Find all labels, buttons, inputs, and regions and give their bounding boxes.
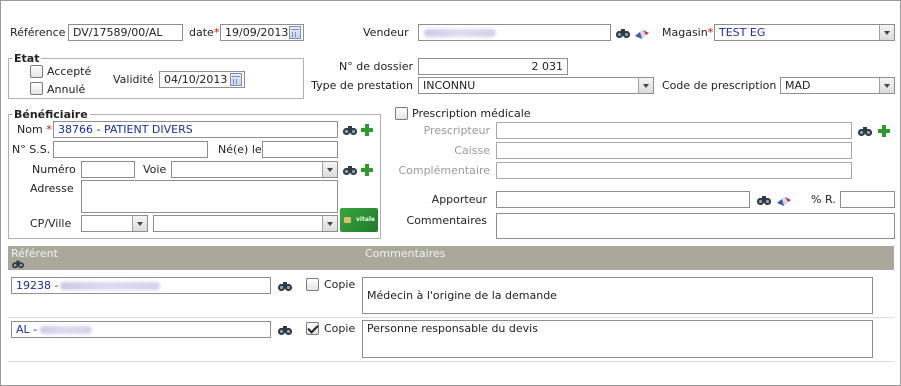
ne-le-label: Né(e) le: [218, 143, 262, 156]
magasin-label: Magasin*: [662, 26, 714, 39]
referents-grid-header: Référent Commentaires: [8, 246, 894, 270]
cp-ville-label: CP/Ville: [30, 217, 72, 230]
pct-remise-input[interactable]: [840, 191, 895, 208]
validite-input[interactable]: 04/10/2013: [159, 71, 245, 88]
cp-select[interactable]: [81, 215, 148, 232]
annule-label: Annulé: [47, 83, 86, 96]
adresse-label: Adresse: [30, 182, 74, 195]
binoculars-icon[interactable]: [342, 124, 358, 136]
pct-remise-label: % R.: [811, 193, 836, 206]
referent-comment-textarea[interactable]: Personne responsable du devis: [362, 320, 873, 358]
annule-checkbox[interactable]: [30, 82, 43, 95]
validite-label: Validité: [113, 73, 154, 86]
accepte-label: Accepté: [47, 65, 92, 78]
row-separator: [8, 317, 894, 318]
binoculars-icon[interactable]: [756, 194, 772, 206]
referent-input[interactable]: 19238 -: [11, 277, 271, 294]
calendar-icon[interactable]: [289, 26, 301, 39]
reference-input[interactable]: DV/17589/00/AL: [68, 24, 183, 41]
numero-input[interactable]: [81, 161, 135, 178]
chevron-down-icon[interactable]: [132, 216, 147, 231]
code-prescription-select[interactable]: MAD: [780, 77, 895, 94]
magasin-select[interactable]: TEST EG: [714, 24, 895, 41]
chevron-down-icon[interactable]: [322, 162, 337, 177]
etat-legend: Etat: [12, 52, 42, 65]
commentaires-textarea[interactable]: [496, 213, 895, 239]
dossier-numero-label: N° de dossier: [339, 60, 413, 73]
binoculars-icon[interactable]: [342, 164, 358, 176]
copie-label: Copie: [324, 322, 356, 335]
date-input[interactable]: 19/09/2013: [220, 24, 304, 41]
ville-select[interactable]: [153, 215, 338, 232]
eraser-icon[interactable]: [634, 28, 650, 40]
ne-le-input[interactable]: [262, 141, 338, 158]
caisse-input[interactable]: [496, 142, 852, 159]
ss-label: N° S.S.: [12, 143, 51, 156]
voie-label: Voie: [143, 163, 167, 176]
referent-comment-textarea[interactable]: Médecin à l'origine de la demande: [362, 277, 873, 314]
binoculars-icon[interactable]: [11, 259, 25, 269]
redacted-text: [60, 282, 160, 290]
copie-checkbox[interactable]: [306, 278, 319, 291]
binoculars-icon[interactable]: [615, 27, 631, 39]
chevron-down-icon[interactable]: [879, 25, 894, 40]
prescription-medicale-label: Prescription médicale: [412, 107, 531, 120]
binoculars-icon[interactable]: [277, 280, 293, 292]
nom-label: Nom *: [17, 123, 52, 136]
date-label: date*: [189, 26, 220, 39]
copie-checkbox[interactable]: [306, 322, 319, 335]
devis-form: Référence DV/17589/00/AL date* 19/09/201…: [0, 0, 901, 386]
carte-vitale-icon[interactable]: vitale: [340, 208, 378, 232]
vendeur-label: Vendeur: [363, 26, 409, 39]
copie-label: Copie: [324, 278, 356, 291]
caisse-label: Caisse: [454, 144, 490, 157]
complementaire-label: Complémentaire: [398, 164, 490, 177]
chevron-down-icon[interactable]: [322, 216, 337, 231]
binoculars-icon[interactable]: [857, 125, 873, 137]
type-prestation-select[interactable]: INCONNU: [418, 77, 654, 94]
redacted-text: [40, 326, 92, 334]
prescripteur-input[interactable]: [496, 122, 852, 139]
vendeur-input[interactable]: [418, 24, 611, 41]
referent-input[interactable]: AL -: [11, 321, 271, 338]
plus-icon[interactable]: [361, 164, 373, 176]
nom-input[interactable]: 38766 - PATIENT DIVERS: [53, 121, 338, 138]
adresse-textarea[interactable]: [81, 180, 338, 213]
row-separator: [8, 361, 894, 362]
binoculars-icon[interactable]: [277, 324, 293, 336]
type-prestation-label: Type de prestation: [311, 79, 413, 92]
accepte-checkbox[interactable]: [30, 65, 43, 78]
beneficiaire-legend: Bénéficiaire: [12, 108, 90, 121]
col-commentaires-header: Commentaires: [365, 247, 446, 260]
chevron-down-icon[interactable]: [879, 78, 894, 93]
ss-input[interactable]: [53, 141, 208, 158]
plus-icon[interactable]: [878, 125, 890, 137]
reference-label: Référence: [10, 26, 66, 39]
prescripteur-label: Prescripteur: [423, 124, 490, 137]
plus-icon[interactable]: [361, 124, 373, 136]
prescription-medicale-checkbox[interactable]: [395, 107, 408, 120]
apporteur-input[interactable]: [496, 191, 750, 208]
code-prescription-label: Code de prescription: [662, 79, 777, 92]
commentaires-label: Commentaires: [406, 214, 487, 227]
eraser-icon[interactable]: [776, 195, 792, 207]
chevron-down-icon[interactable]: [638, 78, 653, 93]
apporteur-label: Apporteur: [431, 193, 487, 206]
numero-label: Numéro: [32, 163, 76, 176]
dossier-numero-input[interactable]: 2 031: [418, 58, 568, 75]
complementaire-input[interactable]: [496, 162, 852, 179]
calendar-icon[interactable]: [230, 73, 242, 86]
voie-select[interactable]: [171, 161, 338, 178]
redacted-text: [424, 29, 496, 37]
